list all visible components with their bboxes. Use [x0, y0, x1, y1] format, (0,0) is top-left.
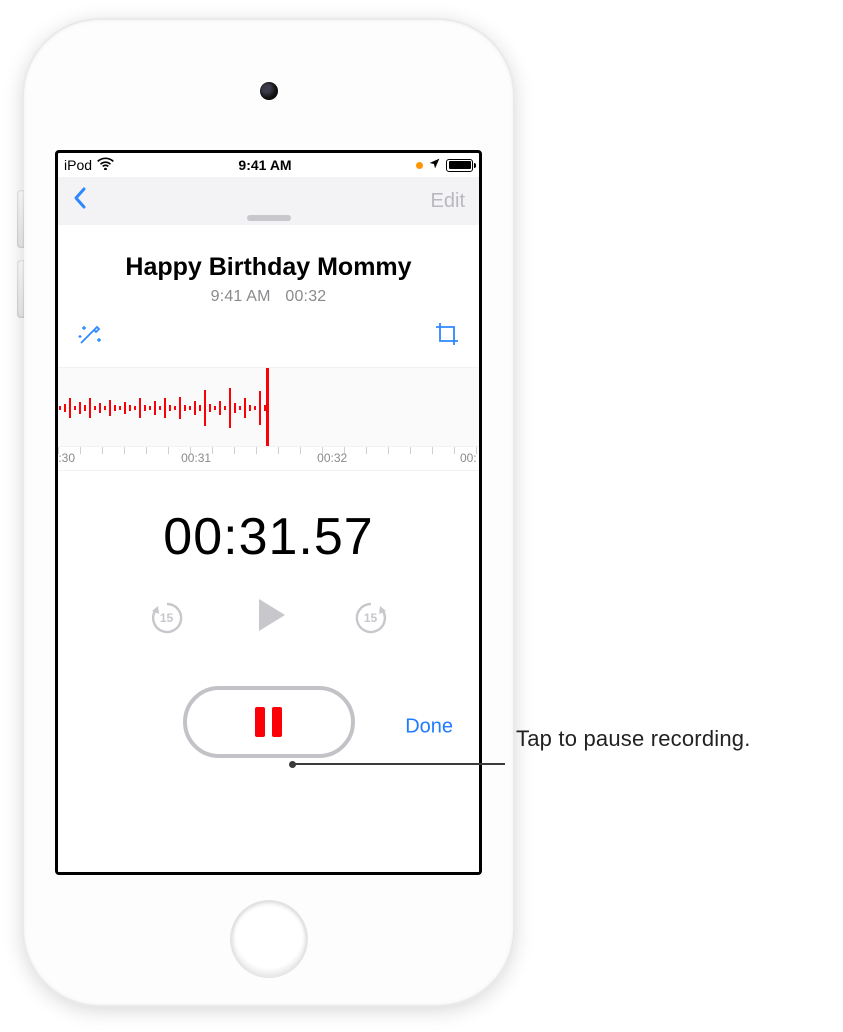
- transport-controls: 15 15: [58, 593, 479, 642]
- sheet-grabber[interactable]: [247, 215, 291, 221]
- front-camera: [260, 82, 278, 100]
- volume-down-hardware-button[interactable]: [17, 260, 24, 318]
- back-chevron-icon[interactable]: [72, 186, 88, 216]
- skip-amount-label: 15: [147, 598, 187, 638]
- ruler-tick: 00:32: [317, 451, 347, 470]
- status-bar: iPod 9:41 AM: [58, 153, 479, 177]
- ruler-tick: 00:30: [55, 451, 75, 470]
- carrier-label: iPod: [64, 157, 92, 173]
- waveform-scrubber[interactable]: [58, 367, 479, 447]
- recording-duration: 00:32: [285, 288, 326, 305]
- battery-icon: [446, 159, 473, 172]
- location-icon: [428, 157, 441, 173]
- skip-amount-label: 15: [351, 598, 391, 638]
- recording-timestamp: 9:41 AM: [211, 288, 271, 305]
- ipod-device-frame: iPod 9:41 AM Edit Happ: [24, 20, 513, 1005]
- waveform-graphic: [58, 376, 288, 440]
- play-button[interactable]: [247, 593, 291, 642]
- recording-sheet: Happy Birthday Mommy 9:41 AM 00:32: [58, 209, 479, 872]
- pause-recording-button[interactable]: [183, 686, 355, 758]
- elapsed-time: 00:31.57: [58, 507, 479, 567]
- recording-title[interactable]: Happy Birthday Mommy: [58, 253, 479, 282]
- background-nav-bar: Edit: [58, 177, 479, 225]
- home-hardware-button[interactable]: [231, 901, 307, 977]
- recording-subtitle: 9:41 AM 00:32: [58, 288, 479, 306]
- playhead-indicator[interactable]: [266, 367, 269, 447]
- skip-forward-15-button[interactable]: 15: [351, 598, 391, 638]
- volume-up-hardware-button[interactable]: [17, 190, 24, 248]
- done-button[interactable]: Done: [405, 716, 453, 739]
- status-time: 9:41 AM: [114, 157, 416, 173]
- callout-text: Tap to pause recording.: [516, 726, 751, 752]
- skip-back-15-button[interactable]: 15: [147, 598, 187, 638]
- callout-leader-line: [292, 763, 505, 765]
- ruler-tick: 00:: [460, 451, 477, 470]
- time-ruler[interactable]: 00:30 00:31 00:32 00:: [58, 447, 479, 471]
- enhance-icon[interactable]: [76, 320, 104, 353]
- pause-icon: [255, 707, 282, 737]
- ruler-tick: 00:31: [181, 451, 211, 470]
- wifi-icon: [97, 157, 114, 173]
- device-screen: iPod 9:41 AM Edit Happ: [55, 150, 482, 875]
- trim-crop-icon[interactable]: [433, 320, 461, 353]
- mic-active-indicator-icon: [416, 162, 423, 169]
- edit-button[interactable]: Edit: [431, 190, 465, 213]
